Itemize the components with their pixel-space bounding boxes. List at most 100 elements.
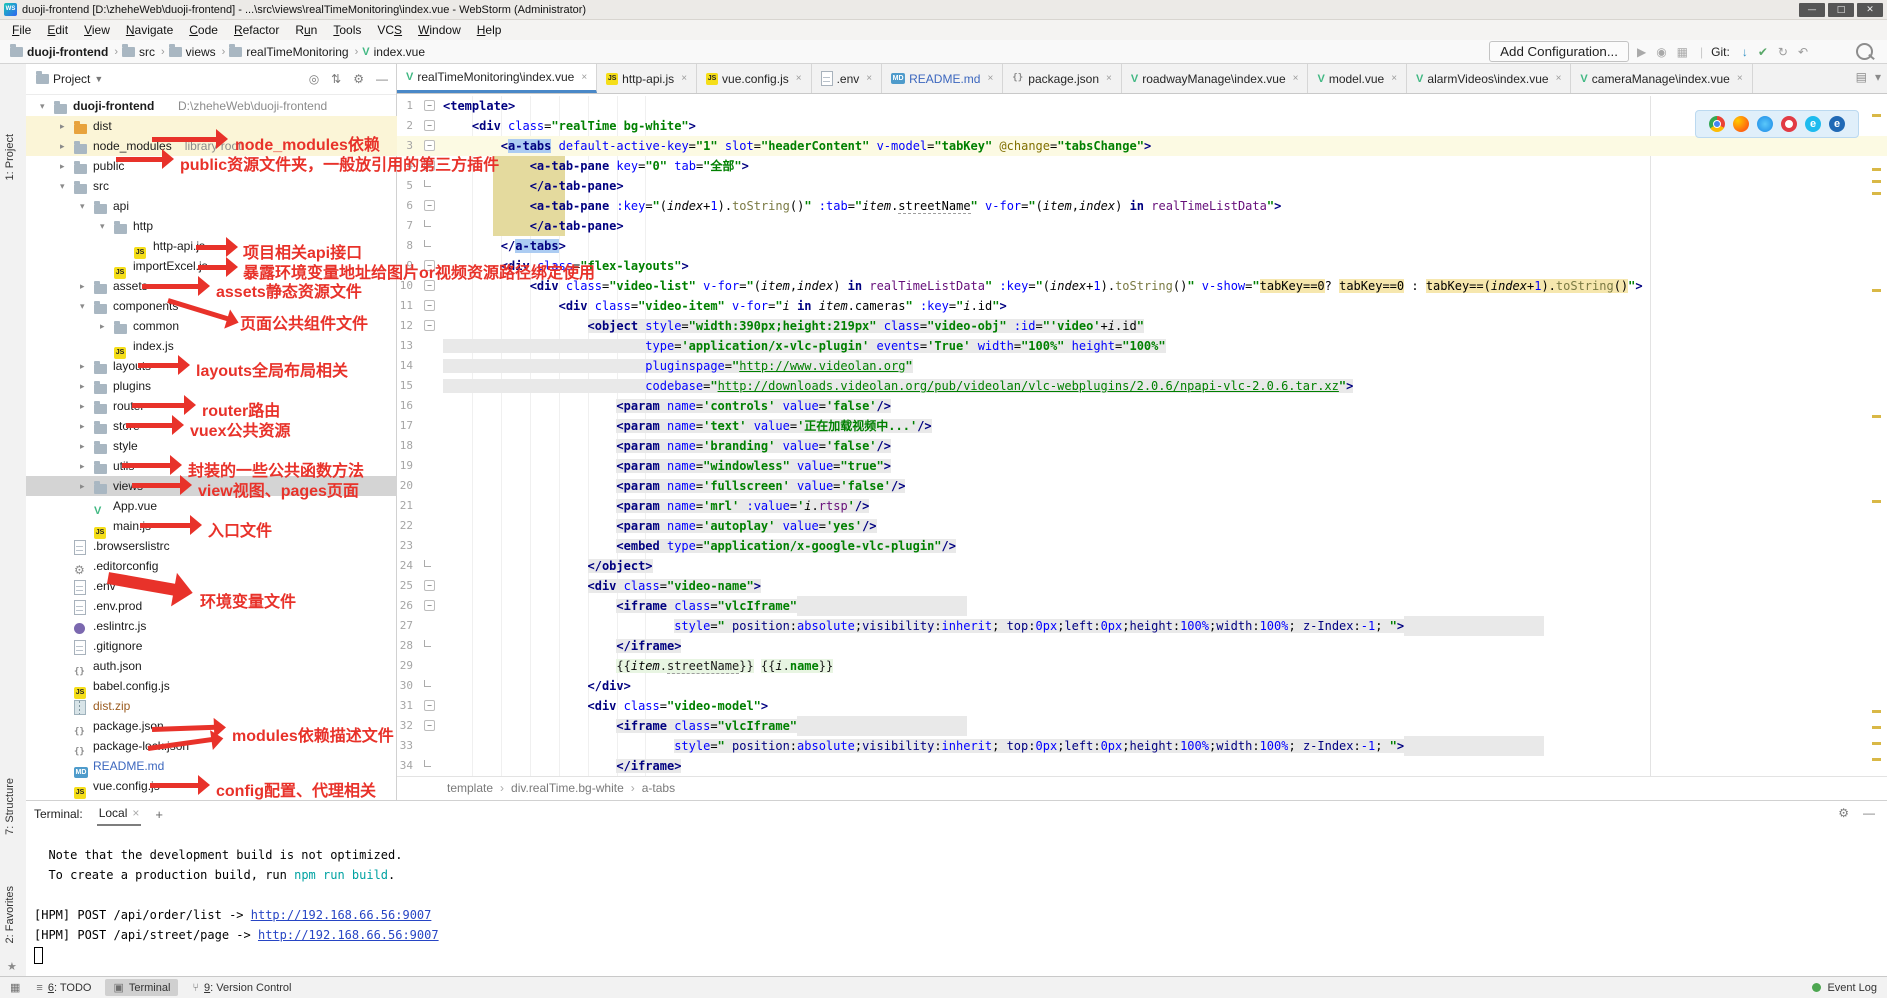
tree-item-.eslintrc.js[interactable]: .eslintrc.js	[26, 616, 397, 636]
code-line[interactable]: 18 <param name='branding' value='false'/…	[397, 436, 1887, 456]
code-line[interactable]: 20 <param name='fullscreen' value='false…	[397, 476, 1887, 496]
code-line[interactable]: 24 </object>	[397, 556, 1887, 576]
fold-open-icon[interactable]: −	[424, 100, 435, 111]
code-line[interactable]: 11− <div class="video-item" v-for="i in …	[397, 296, 1887, 316]
tree-item-babel.config.js[interactable]: JSbabel.config.js	[26, 676, 397, 696]
tree-item-api[interactable]: ▾api	[26, 196, 397, 216]
ie-icon[interactable]: e	[1805, 116, 1821, 132]
safari-icon[interactable]	[1757, 116, 1773, 132]
firefox-icon[interactable]	[1733, 116, 1749, 132]
tree-root[interactable]: ▾duoji-frontendD:\zheheWeb\duoji-fronten…	[26, 96, 397, 116]
breadcrumb-item[interactable]: template	[447, 781, 493, 795]
fold-open-icon[interactable]: −	[424, 700, 435, 711]
editor-tab[interactable]: VcameraManage\index.vue×	[1571, 64, 1752, 93]
chevron-collapsed-icon[interactable]: ▸	[100, 316, 105, 336]
tree-item-dist.zip[interactable]: dist.zip	[26, 696, 397, 716]
code-line[interactable]: 16 <param name='controls' value='false'/…	[397, 396, 1887, 416]
menu-edit[interactable]: Edit	[39, 21, 76, 39]
fold-close-icon[interactable]	[424, 680, 431, 687]
tree-item-.editorconfig[interactable]: ⚙.editorconfig	[26, 556, 397, 576]
hide-panel-icon[interactable]: —	[376, 72, 388, 86]
code-line[interactable]: 25− <div class="video-name">	[397, 576, 1887, 596]
chevron-collapsed-icon[interactable]: ▸	[80, 396, 85, 416]
debug-icon[interactable]: ◉	[1656, 45, 1666, 59]
code-line[interactable]: 13 type='application/x-vlc-plugin' event…	[397, 336, 1887, 356]
code-line[interactable]: 12− <object style="width:390px;height:21…	[397, 316, 1887, 336]
git-rollback-icon[interactable]: ↶	[1798, 45, 1808, 59]
layout-grid-icon[interactable]: ▦	[10, 981, 20, 994]
editor-tab[interactable]: VroadwayManage\index.vue×	[1122, 64, 1309, 93]
menu-code[interactable]: Code	[181, 21, 226, 39]
tree-item-http[interactable]: ▾http	[26, 216, 397, 236]
warning-stripe-mark[interactable]	[1872, 726, 1881, 729]
tree-item-index.js[interactable]: JSindex.js	[26, 336, 397, 356]
close-button[interactable]: ✕	[1857, 3, 1883, 17]
chevron-collapsed-icon[interactable]: ▸	[80, 476, 85, 496]
statusbar-6-todo[interactable]: ≡6: TODO	[28, 980, 99, 996]
stripe-favorites-tab[interactable]: 2: Favorites	[4, 886, 16, 943]
warning-stripe-mark[interactable]	[1872, 168, 1881, 171]
stripe-project-tab[interactable]: 1: Project	[4, 134, 16, 180]
breadcrumb-item[interactable]: views›	[169, 45, 226, 59]
search-everywhere-icon[interactable]	[1856, 43, 1873, 60]
menu-navigate[interactable]: Navigate	[118, 21, 181, 39]
code-line[interactable]: 27 style=" position:absolute;visibility:…	[397, 616, 1887, 636]
fold-open-icon[interactable]: −	[424, 320, 435, 331]
fold-close-icon[interactable]	[424, 760, 431, 767]
close-icon[interactable]: ×	[1106, 73, 1112, 84]
close-icon[interactable]: ×	[866, 73, 872, 84]
menu-run[interactable]: Run	[287, 21, 325, 39]
breadcrumb-item[interactable]: src›	[122, 45, 165, 59]
close-icon[interactable]: ×	[987, 73, 993, 84]
code-line[interactable]: 6− <a-tab-pane :key="(index+1).toString(…	[397, 196, 1887, 216]
fold-close-icon[interactable]	[424, 180, 431, 187]
tree-item-src[interactable]: ▾src	[26, 176, 397, 196]
menu-tools[interactable]: Tools	[325, 21, 369, 39]
warning-stripe-mark[interactable]	[1872, 742, 1881, 745]
settings-gear-icon[interactable]: ⚙	[1838, 806, 1849, 820]
chevron-expanded-icon[interactable]: ▾	[100, 216, 105, 236]
editor-tab[interactable]: .env×	[812, 64, 883, 93]
code-line[interactable]: 1−<template>	[397, 96, 1887, 116]
tab-list-icon[interactable]: ▤	[1856, 70, 1867, 84]
code-line[interactable]: 30 </div>	[397, 676, 1887, 696]
code-line[interactable]: 23 <embed type="application/x-google-vlc…	[397, 536, 1887, 556]
chevron-collapsed-icon[interactable]: ▸	[60, 136, 65, 156]
project-header[interactable]: Project ▼ ◎ ⇅ ⚙ —	[26, 64, 396, 95]
close-icon[interactable]: ×	[1293, 73, 1299, 84]
minimize-panel-icon[interactable]: —	[1863, 806, 1875, 820]
warning-stripe-mark[interactable]	[1872, 192, 1881, 195]
chevron-collapsed-icon[interactable]: ▸	[80, 356, 85, 376]
warning-stripe-mark[interactable]	[1872, 180, 1881, 183]
warning-stripe-mark[interactable]	[1872, 758, 1881, 761]
run-icon[interactable]: ▶	[1637, 45, 1646, 59]
fold-open-icon[interactable]: −	[424, 200, 435, 211]
code-line[interactable]: 21 <param name='mrl' :value='i.rtsp'/>	[397, 496, 1887, 516]
menu-vcs[interactable]: VCS	[369, 21, 410, 39]
fold-close-icon[interactable]	[424, 560, 431, 567]
breadcrumb-item[interactable]: div.realTime.bg-white	[511, 781, 624, 795]
fold-open-icon[interactable]: −	[424, 300, 435, 311]
code-line[interactable]: 34 </iframe>	[397, 756, 1887, 776]
fold-open-icon[interactable]: −	[424, 720, 435, 731]
chevron-collapsed-icon[interactable]: ▸	[80, 376, 85, 396]
tree-item-auth.json[interactable]: {}auth.json	[26, 656, 397, 676]
edge-icon[interactable]: e	[1829, 116, 1845, 132]
fold-close-icon[interactable]	[424, 640, 431, 647]
menu-view[interactable]: View	[76, 21, 118, 39]
tree-item-README.md[interactable]: MDREADME.md	[26, 756, 397, 776]
code-line[interactable]: 32− <iframe class="vlcIframe"	[397, 716, 1887, 736]
stripe-structure-tab[interactable]: 7: Structure	[4, 778, 16, 835]
statusbar-terminal[interactable]: ▣Terminal	[105, 979, 178, 996]
close-icon[interactable]: ×	[132, 806, 139, 820]
menu-help[interactable]: Help	[469, 21, 510, 39]
close-icon[interactable]: ×	[1556, 73, 1562, 84]
code-line[interactable]: 22 <param name='autoplay' value='yes'/>	[397, 516, 1887, 536]
fold-open-icon[interactable]: −	[424, 140, 435, 151]
chevron-down-icon[interactable]: ▾	[1875, 70, 1881, 84]
chevron-expanded-icon[interactable]: ▾	[60, 176, 65, 196]
code-line[interactable]: 14 pluginspage="http://www.videolan.org"	[397, 356, 1887, 376]
fold-open-icon[interactable]: −	[424, 120, 435, 131]
close-icon[interactable]: ×	[796, 73, 802, 84]
code-line[interactable]: 19 <param name="windowless" value="true"…	[397, 456, 1887, 476]
